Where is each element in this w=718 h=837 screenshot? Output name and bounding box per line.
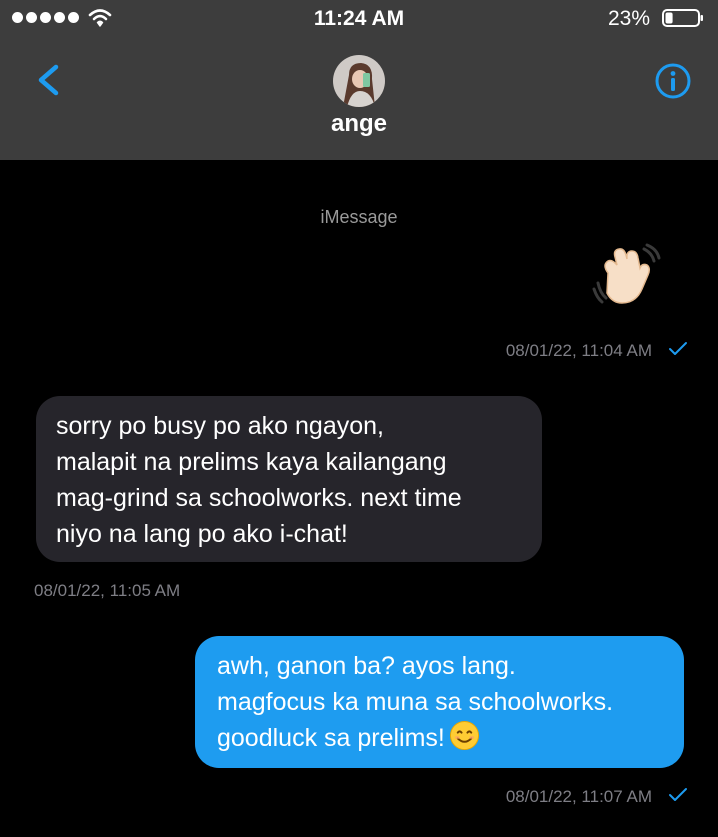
message-text: sorry po busy po ako ngayon, malapit na … bbox=[56, 408, 462, 552]
battery-icon bbox=[662, 9, 703, 27]
contact-name[interactable]: ange bbox=[0, 110, 718, 138]
message-line: magfocus ka muna sa schoolworks. bbox=[217, 688, 614, 716]
message-line: sorry po busy po ako ngayon, bbox=[56, 412, 384, 440]
smiling-face-emoji-icon bbox=[449, 720, 479, 751]
battery-percentage: 23% bbox=[607, 7, 650, 30]
message-line: niyo na lang po ako i-chat! bbox=[56, 520, 348, 548]
message-timestamp: 08/01/22, 11:07 AM bbox=[505, 787, 652, 806]
message-line-text: goodluck sa prelims! bbox=[217, 724, 445, 752]
checkmark-icon bbox=[669, 788, 687, 801]
message-text: awh, ganon ba? ayos lang. magfocus ka mu… bbox=[217, 648, 613, 756]
avatar[interactable] bbox=[333, 55, 385, 107]
back-chevron-icon[interactable] bbox=[30, 62, 66, 98]
message-timestamp: 08/01/22, 11:04 AM bbox=[505, 341, 652, 360]
message-line: mag-grind sa schoolworks. next time bbox=[56, 484, 462, 512]
message-line: malapit na prelims kaya kailangang bbox=[56, 448, 447, 476]
status-bar: 11:24 AM 23% bbox=[0, 0, 718, 36]
conversation-header: 11:24 AM 23% ange bbox=[0, 0, 718, 160]
service-label: iMessage bbox=[320, 207, 398, 227]
outgoing-message-bubble[interactable]: awh, ganon ba? ayos lang. magfocus ka mu… bbox=[195, 636, 684, 768]
message-line: awh, ganon ba? ayos lang. bbox=[217, 652, 516, 680]
message-timestamp: 08/01/22, 11:05 AM bbox=[34, 581, 181, 600]
message-line: goodluck sa prelims! bbox=[217, 720, 613, 756]
waving-hand-emoji[interactable] bbox=[592, 243, 662, 309]
incoming-message-bubble[interactable]: sorry po busy po ako ngayon, malapit na … bbox=[36, 396, 542, 562]
info-icon[interactable] bbox=[654, 62, 692, 100]
waving-hand-icon bbox=[592, 243, 661, 304]
checkmark-icon bbox=[669, 342, 687, 355]
